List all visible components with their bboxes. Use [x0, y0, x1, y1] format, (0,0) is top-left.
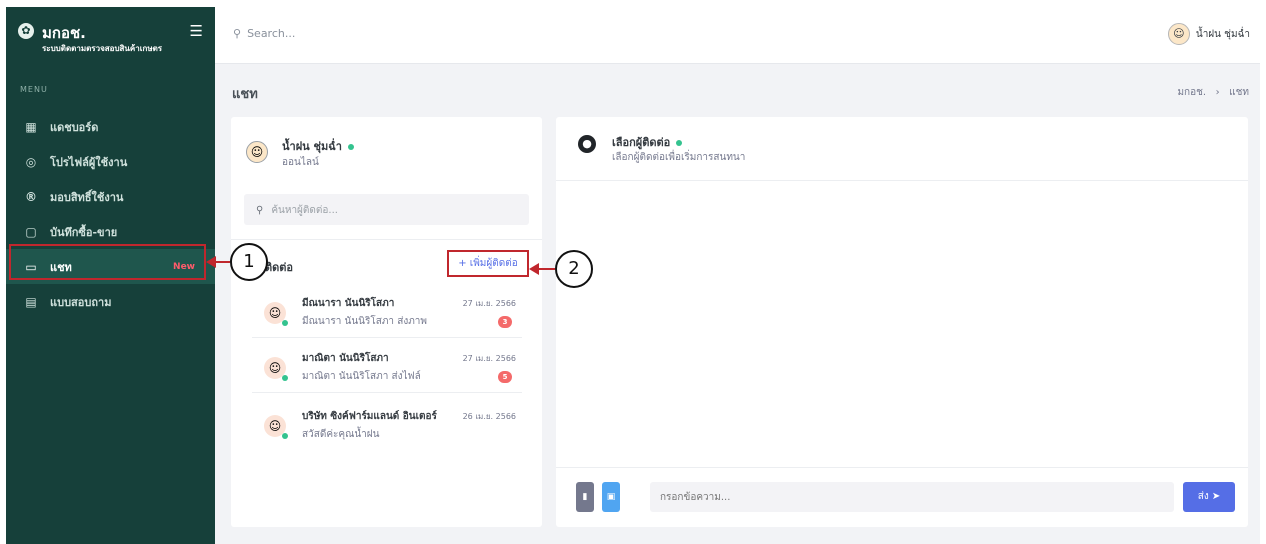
breadcrumb-current: แชท [1229, 87, 1249, 98]
online-dot [676, 140, 683, 146]
contact-last-message: มาณิตา นันนิริโสภา ส่งไฟล์ [302, 371, 421, 382]
file-button[interactable]: ▣ [602, 482, 620, 512]
list-icon: ▤ [25, 294, 37, 309]
unread-badge: 3 [498, 316, 512, 328]
chat-subtitle: เลือกผู้ติดต่อเพื่อเริ่มการสนทนา [612, 152, 746, 163]
contact-name: บริษัท ซิงค์ฟาร์มแลนด์ อินเตอร์ [302, 411, 437, 422]
sidebar-item-label: โปรไฟล์ผู้ใช้งาน [50, 155, 128, 169]
callout-1: 1 [230, 243, 268, 281]
contact-search-input[interactable]: ⚲ ค้นหาผู้ติดต่อ... [244, 194, 529, 225]
sidebar-item-dashboard[interactable]: ▦ แดชบอร์ด [6, 109, 215, 144]
search-input[interactable]: ⚲ Search... [233, 27, 295, 40]
user-name: น้ำฝน ชุ่มฉ่ำ [1195, 28, 1250, 40]
chat-header: ● เลือกผู้ติดต่อ เลือกผู้ติดต่อเพื่อเริ่… [556, 117, 1248, 181]
page-title: แชท [232, 87, 258, 102]
sidebar-item-label: มอบสิทธิ์ใช้งาน [50, 190, 124, 204]
current-user-status: ออนไลน์ [282, 157, 319, 168]
chevron-right-icon: › [1209, 87, 1226, 98]
breadcrumb: มกอช. › แชท [1177, 85, 1249, 100]
message-input[interactable] [650, 482, 1174, 512]
contact-last-message: สวัสดีค่ะคุณน้ำฝน [302, 429, 380, 440]
user-circle-icon: ◎ [25, 154, 37, 169]
breadcrumb-home[interactable]: มกอช. [1177, 87, 1206, 98]
unread-badge: 5 [498, 371, 512, 383]
arrow-line [214, 261, 230, 263]
avatar: ☺ [1167, 23, 1190, 45]
chat-panel: ● เลือกผู้ติดต่อ เลือกผู้ติดต่อเพื่อเริ่… [556, 117, 1248, 527]
sidebar-item-label: บันทึกซื้อ-ขาย [50, 225, 118, 239]
app-frame: ✿ มกอช. ระบบติดตามตรวจสอบสินค้าเกษตร ☰ M… [6, 7, 1260, 544]
file-icon: ▣ [606, 492, 616, 502]
highlight-box-chat [9, 244, 206, 280]
paperclip-icon: ▮ [582, 492, 588, 502]
current-user: ☺ น้ำฝน ชุ่มฉ่ำ ออนไลน์ [246, 131, 526, 171]
divider [231, 239, 542, 240]
leaf-logo-icon: ✿ [18, 23, 34, 39]
sidebar-item-label: แดชบอร์ด [50, 120, 99, 134]
user-menu[interactable]: ☺ น้ำฝน ชุ่มฉ่ำ [1167, 23, 1250, 45]
send-button[interactable]: ส่ง ➤ [1183, 482, 1235, 512]
contacts-panel: ☺ น้ำฝน ชุ่มฉ่ำ ออนไลน์ ⚲ ค้นหาผู้ติดต่อ.… [231, 117, 542, 527]
contact-date: 27 เม.ย. 2566 [462, 299, 516, 308]
search-icon: ⚲ [233, 27, 242, 40]
contact-last-message: มีณนารา นันนิริโสภา ส่งภาพ [302, 316, 428, 327]
contact-name: มาณิตา นันนิริโสภา [302, 353, 389, 364]
contact-search-placeholder: ค้นหาผู้ติดต่อ... [271, 205, 338, 216]
online-dot [282, 433, 288, 439]
hamburger-menu-icon[interactable]: ☰ [190, 22, 203, 40]
dashboard-icon: ▦ [25, 119, 37, 134]
attach-button[interactable]: ▮ [576, 482, 594, 512]
form-icon: ▢ [25, 224, 37, 239]
menu-header: MENU [20, 85, 48, 94]
sidebar-item-permissions[interactable]: ® มอบสิทธิ์ใช้งาน [6, 179, 215, 214]
add-contact-button[interactable]: + เพิ่มผู้ติดต่อ [447, 250, 529, 277]
chat-composer: ▮ ▣ ส่ง ➤ [556, 467, 1248, 527]
search-placeholder: Search... [247, 27, 296, 40]
topbar: ⚲ Search... ☺ น้ำฝน ชุ่มฉ่ำ [215, 7, 1260, 64]
online-dot [282, 375, 288, 381]
online-dot [347, 144, 354, 150]
contacts-section-title: ติดต่อ [265, 261, 294, 274]
online-dot [282, 320, 288, 326]
brand-subtitle: ระบบติดตามตรวจสอบสินค้าเกษตร [42, 44, 163, 53]
list-item[interactable]: ☺ บริษัท ซิงค์ฟาร์มแลนด์ อินเตอร์ สวัสดี… [252, 401, 522, 451]
brand: ✿ มกอช. ระบบติดตามตรวจสอบสินค้าเกษตร ☰ [18, 21, 203, 61]
sidebar-item-profile[interactable]: ◎ โปรไฟล์ผู้ใช้งาน [6, 144, 215, 179]
current-user-name: น้ำฝน ชุ่มฉ่ำ [282, 137, 354, 155]
avatar: ☺ [246, 141, 268, 163]
contact-date: 27 เม.ย. 2566 [462, 354, 516, 363]
callout-2: 2 [555, 250, 593, 288]
registered-icon: ® [25, 189, 37, 204]
chat-title: เลือกผู้ติดต่อ [612, 133, 683, 151]
sidebar-item-label: แบบสอบถาม [50, 295, 112, 309]
sidebar-item-survey[interactable]: ▤ แบบสอบถาม [6, 284, 215, 319]
contact-date: 26 เม.ย. 2566 [462, 412, 516, 421]
arrow-line [537, 268, 555, 270]
search-icon: ⚲ [256, 205, 264, 216]
user-icon: ● [578, 135, 596, 153]
contact-name: มีณนารา นันนิริโสภา [302, 298, 395, 309]
list-item[interactable]: ☺ มาณิตา นันนิริโสภา มาณิตา นันนิริโสภา … [252, 343, 522, 393]
sidebar-nav: ▦ แดชบอร์ด ◎ โปรไฟล์ผู้ใช้งาน ® มอบสิทธิ… [6, 109, 215, 319]
list-item[interactable]: ☺ มีณนารา นันนิริโสภา มีณนารา นันนิริโสภ… [252, 288, 522, 338]
